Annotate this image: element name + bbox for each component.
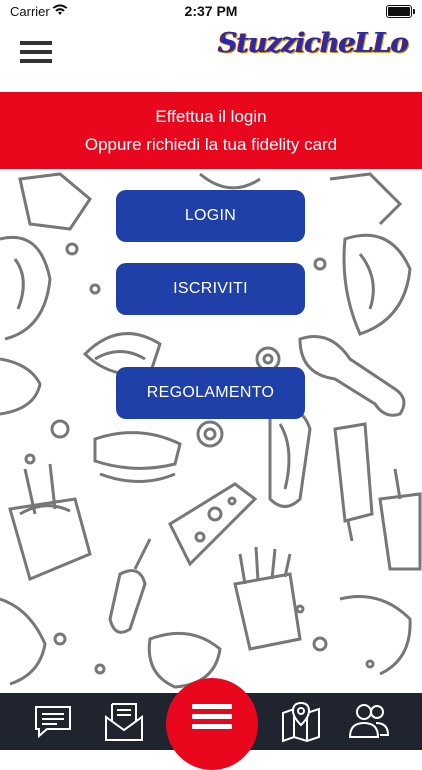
banner-subtitle: Oppure richiedi la tua fidelity card xyxy=(84,135,338,154)
status-bar: Carrier 2:37 PM xyxy=(0,0,422,22)
rules-button[interactable]: REGOLAMENTO xyxy=(116,367,305,419)
clock: 2:37 PM xyxy=(184,3,238,19)
hamburger-menu-icon[interactable] xyxy=(20,41,52,63)
doodle-pizza-icon xyxy=(168,482,258,567)
doodle-bottle-icon xyxy=(333,422,374,523)
map-icon[interactable] xyxy=(279,699,323,743)
banner-title: Effettua il login xyxy=(155,107,267,126)
doodle-box-icon xyxy=(18,172,92,231)
app-header: StuzzicheLLo xyxy=(0,22,422,92)
users-icon[interactable] xyxy=(347,699,391,743)
food-doodle-background xyxy=(0,169,422,693)
app-logo: StuzzicheLLo xyxy=(218,28,409,59)
doodle-burger-icon xyxy=(93,431,182,470)
battery-icon xyxy=(386,5,415,18)
login-banner: Effettua il login Oppure richiedi la tua… xyxy=(0,92,422,169)
doodle-burrito-icon xyxy=(342,233,412,336)
doodle-wrap-icon xyxy=(0,235,52,341)
login-button[interactable]: LOGIN xyxy=(116,190,305,242)
doodle-fries-icon xyxy=(233,572,302,651)
register-button[interactable]: ISCRIVITI xyxy=(116,263,305,315)
envelope-icon[interactable] xyxy=(102,699,146,743)
doodle-chicken-icon xyxy=(298,335,406,417)
chat-icon[interactable] xyxy=(31,699,75,743)
doodle-corndog-icon xyxy=(108,569,147,634)
menu-icon[interactable] xyxy=(166,678,258,770)
doodle-noodle-box-icon xyxy=(8,497,92,582)
